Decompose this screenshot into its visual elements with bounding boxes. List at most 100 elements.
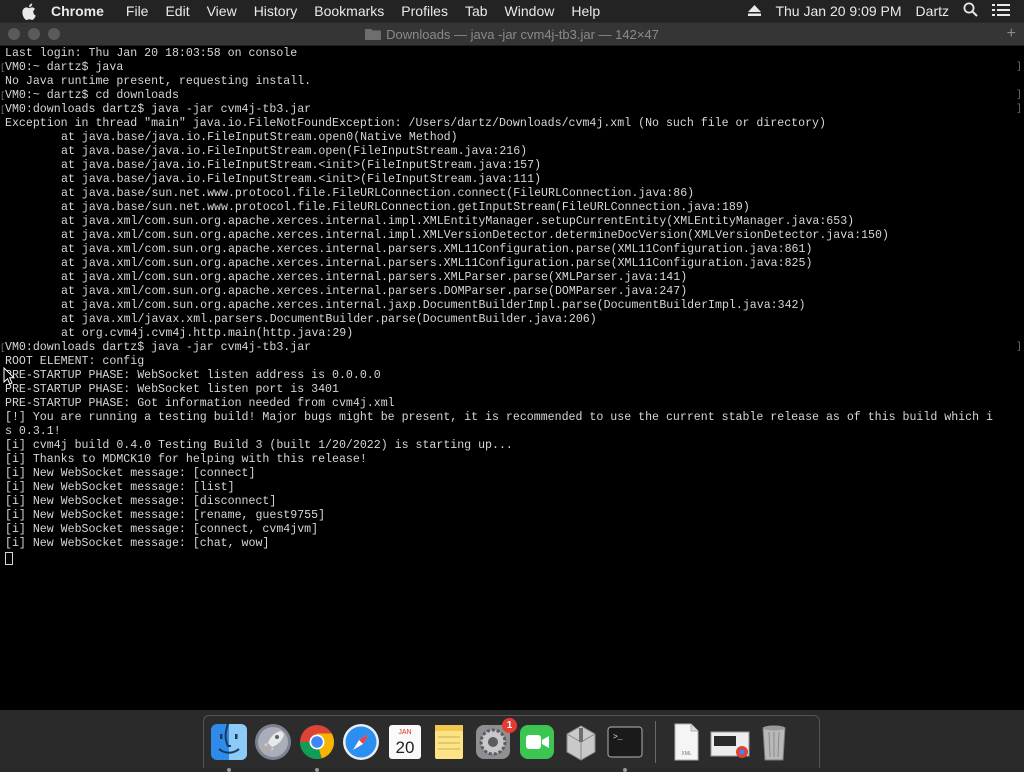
menu-bookmarks[interactable]: Bookmarks [314, 3, 384, 19]
terminal-line: at java.xml/com.sun.org.apache.xerces.in… [5, 243, 1006, 257]
terminal-line-text: at java.xml/com.sun.org.apache.xerces.in… [61, 257, 813, 270]
menu-app-name[interactable]: Chrome [51, 3, 104, 19]
prompt-mark-left: [ [0, 91, 6, 101]
facetime-camera-icon [520, 725, 554, 759]
terminal-line-text: at java.xml/com.sun.org.apache.xerces.in… [61, 285, 688, 298]
menu-edit[interactable]: Edit [165, 3, 189, 19]
terminal-line-text: [i] New WebSocket message: [chat, wow] [5, 537, 270, 550]
terminal-line: at java.xml/com.sun.org.apache.xerces.in… [5, 257, 1006, 271]
terminal-line-text: PRE-STARTUP PHASE: WebSocket listen addr… [5, 369, 381, 382]
terminal-line: at java.xml/com.sun.org.apache.xerces.in… [5, 299, 1006, 313]
terminal-line: at java.base/java.io.FileInputStream.ope… [5, 145, 1006, 159]
terminal-line: [i] cvm4j build 0.4.0 Testing Build 3 (b… [5, 439, 1006, 453]
terminal-line: VM0:downloads dartz$ java -jar cvm4j-tb3… [0, 341, 1022, 355]
running-indicator [227, 768, 231, 772]
terminal-line: VM0:downloads dartz$ java -jar cvm4j-tb3… [0, 103, 1022, 117]
spotlight-search-icon[interactable] [963, 2, 978, 20]
terminal-line-text: PRE-STARTUP PHASE: Got information neede… [5, 397, 395, 410]
menu-help[interactable]: Help [571, 3, 600, 19]
terminal-line-text: at java.base/java.io.FileInputStream.ope… [61, 145, 528, 158]
running-indicator [315, 768, 319, 772]
terminal-line-text: Exception in thread "main" java.io.FileN… [5, 117, 826, 130]
terminal-line-text: at java.base/java.io.FileInputStream.<in… [61, 173, 542, 186]
terminal-glyph: >_ [613, 733, 623, 742]
dock-safari[interactable] [341, 722, 381, 762]
minimize-button[interactable] [28, 28, 40, 40]
dock-downloads-stack[interactable] [710, 722, 750, 762]
notification-center-icon[interactable] [992, 3, 1010, 20]
terminal-line: at java.xml/com.sun.org.apache.xerces.in… [5, 229, 1006, 243]
terminal-line-text: at java.xml/com.sun.org.apache.xerces.in… [61, 271, 688, 284]
prompt-mark-left: [ [0, 63, 6, 73]
terminal-line-text: at java.base/sun.net.www.protocol.file.F… [61, 187, 695, 200]
zoom-button[interactable] [48, 28, 60, 40]
window-thumbnail-icon [710, 731, 750, 758]
dock-launchpad[interactable] [253, 722, 293, 762]
terminal-line-text: [i] New WebSocket message: [connect, cvm… [5, 523, 319, 536]
menu-history[interactable]: History [254, 3, 298, 19]
terminal-line: No Java runtime present, requesting inst… [5, 75, 1006, 89]
dock-system-preferences[interactable]: 1 [473, 718, 517, 762]
terminal-line: PRE-STARTUP PHASE: WebSocket listen port… [5, 383, 1006, 397]
status-area: Thu Jan 20 9:09 PM Dartz [748, 2, 1024, 20]
dock-finder[interactable] [209, 722, 249, 772]
new-tab-button[interactable]: + [1007, 25, 1016, 43]
terminal-output[interactable]: Last login: Thu Jan 20 18:03:58 on conso… [0, 47, 1022, 710]
terminal-line-text: VM0:~ dartz$ java [5, 61, 124, 74]
calendar-icon: JAN 20 [389, 725, 421, 759]
terminal-line: [i] New WebSocket message: [disconnect] [5, 495, 1006, 509]
terminal-line-text: at java.xml/com.sun.org.apache.xerces.in… [61, 229, 889, 242]
terminal-line-text: [i] cvm4j build 0.4.0 Testing Build 3 (b… [5, 439, 513, 452]
prompt-mark-left: [ [0, 343, 6, 353]
dock-trash[interactable] [754, 722, 794, 762]
folder-icon [365, 29, 382, 40]
eject-icon[interactable] [748, 3, 762, 19]
apple-menu-icon[interactable] [19, 2, 37, 20]
file-type-label: XML [681, 751, 692, 757]
terminal-line-text: [i] New WebSocket message: [list] [5, 481, 235, 494]
terminal-line: at java.base/java.io.FileInputStream.ope… [5, 131, 1006, 145]
terminal-line: at java.xml/com.sun.org.apache.xerces.in… [5, 215, 1006, 229]
terminal-line-text: at java.base/java.io.FileInputStream.ope… [61, 131, 458, 144]
prompt-mark-left: [ [0, 105, 6, 115]
terminal-line-text: at java.xml/com.sun.org.apache.xerces.in… [61, 299, 806, 312]
menu-profiles[interactable]: Profiles [401, 3, 448, 19]
terminal-line-text: at java.xml/com.sun.org.apache.xerces.in… [61, 243, 813, 256]
calendar-month: JAN [398, 729, 411, 736]
calendar-day: 20 [396, 738, 415, 757]
terminal-line-text: No Java runtime present, requesting inst… [5, 75, 312, 88]
dock-chrome[interactable] [297, 722, 337, 772]
terminal-line: at java.base/java.io.FileInputStream.<in… [5, 173, 1006, 187]
menu-view[interactable]: View [207, 3, 237, 19]
dock-calendar[interactable]: JAN 20 [385, 722, 425, 762]
rocket-icon [255, 724, 291, 760]
terminal-line-text: [i] New WebSocket message: [connect] [5, 467, 256, 480]
terminal-line: [i] New WebSocket message: [chat, wow] [5, 537, 1006, 551]
terminal-line: at java.xml/com.sun.org.apache.xerces.in… [5, 285, 1006, 299]
menu-file[interactable]: File [126, 3, 149, 19]
menu-window[interactable]: Window [505, 3, 555, 19]
terminal-line: VM0:~ dartz$ cd downloads[] [0, 89, 1022, 103]
window-titlebar[interactable]: Downloads — java -jar cvm4j-tb3.jar — 14… [0, 23, 1024, 46]
terminal-line-text: [i] New WebSocket message: [disconnect] [5, 495, 277, 508]
terminal-window: Downloads — java -jar cvm4j-tb3.jar — 14… [0, 23, 1024, 710]
clock[interactable]: Thu Jan 20 9:09 PM [775, 3, 901, 19]
dock-terminal[interactable]: >_ [605, 722, 645, 772]
dock-xml-file[interactable]: XML [666, 722, 706, 762]
notification-badge: 1 [502, 718, 517, 733]
prompt-mark-right: ] [1015, 90, 1022, 101]
terminal-line-text: at java.base/java.io.FileInputStream.<in… [61, 159, 542, 172]
close-button[interactable] [8, 28, 20, 40]
window-controls [8, 28, 68, 40]
terminal-line-text: VM0:downloads dartz$ java -jar cvm4j-tb3… [5, 103, 312, 116]
chrome-icon [300, 725, 334, 759]
dock-notes[interactable] [429, 722, 469, 762]
dock-facetime[interactable] [517, 722, 557, 762]
menu-tab[interactable]: Tab [465, 3, 488, 19]
terminal-line: [i] New WebSocket message: [list] [5, 481, 1006, 495]
terminal-line-text: at java.xml/javax.xml.parsers.DocumentBu… [61, 313, 597, 326]
user-name[interactable]: Dartz [916, 3, 949, 19]
terminal-lines: Last login: Thu Jan 20 18:03:58 on conso… [0, 47, 1022, 551]
dock-archive-utility[interactable] [561, 722, 601, 762]
file-icon: XML [674, 723, 699, 761]
